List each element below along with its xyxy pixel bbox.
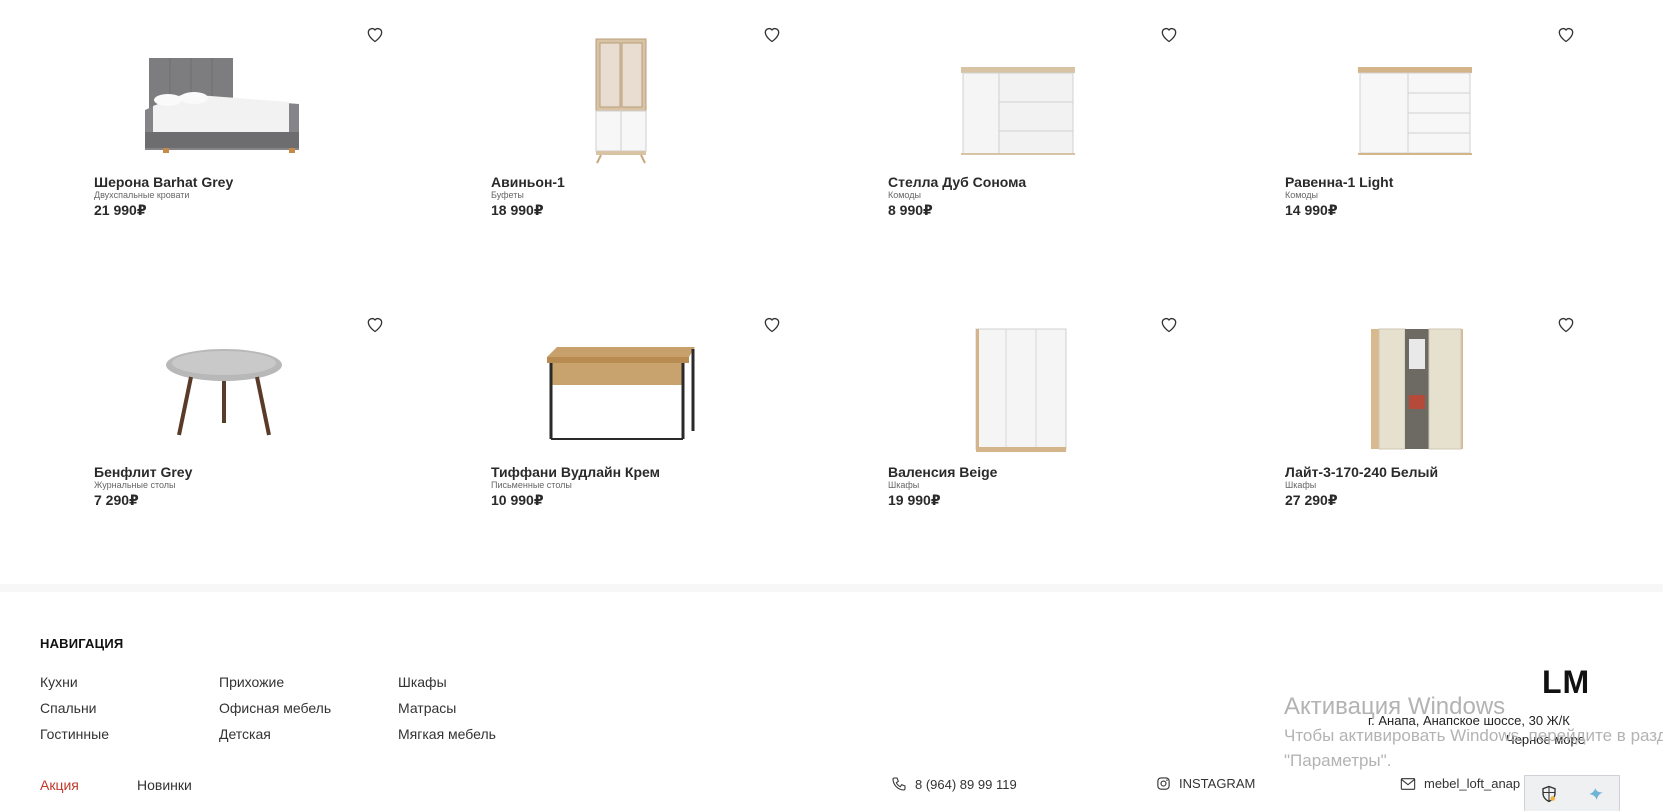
product-category: Комоды [888,190,921,200]
footer-link-office[interactable]: Офисная мебель [219,700,331,716]
product-name[interactable]: Лайт-3-170-240 Белый [1285,464,1438,480]
product-category: Журнальные столы [94,480,176,490]
product-price: 14 990₽ [1285,202,1338,218]
product-price: 10 990₽ [491,492,544,508]
footer-link-bedrooms[interactable]: Спальни [40,700,97,716]
product-price: 21 990₽ [94,202,147,218]
product-name[interactable]: Тиффани Вудлайн Крем [491,464,660,480]
mirror-wardrobe-image[interactable] [1325,320,1505,460]
product-card[interactable]: Лайт-3-170-240 Белый Шкафы 27 290₽ [1285,290,1585,530]
product-price: 18 990₽ [491,202,544,218]
bird-icon[interactable] [1587,785,1605,803]
product-card[interactable]: Стелла Дуб Сонома Комоды 8 990₽ [888,0,1188,240]
footer-link-wardrobes[interactable]: Шкафы [398,674,447,690]
mail-icon [1400,777,1416,790]
product-category: Буфеты [491,190,524,200]
product-name[interactable]: Шерона Barhat Grey [94,174,233,190]
footer-link-living-rooms[interactable]: Гостинные [40,726,109,742]
product-price: 7 290₽ [94,492,139,508]
product-name[interactable]: Авиньон-1 [491,174,565,190]
phone-contact[interactable]: 8 (964) 89 99 119 [891,776,1017,792]
product-card[interactable]: Шерона Barhat Grey Двухспальные кровати … [94,0,394,240]
instagram-link[interactable]: INSTAGRAM [1179,776,1255,791]
email-link[interactable]: mebel_loft_anap [1424,776,1520,791]
product-name[interactable]: Бенфлит Grey [94,464,192,480]
product-name[interactable]: Валенсия Beige [888,464,997,480]
product-card[interactable]: Бенфлит Grey Журнальные столы 7 290₽ [94,290,394,530]
wardrobe-image[interactable] [928,320,1108,460]
product-price: 27 290₽ [1285,492,1338,508]
product-card[interactable]: Тиффани Вудлайн Крем Письменные столы 10… [491,290,791,530]
desk-image[interactable] [531,320,711,460]
heart-icon[interactable] [365,24,385,44]
footer-link-new[interactable]: Новинки [137,777,192,793]
cabinet-image[interactable] [531,30,711,170]
heart-icon[interactable] [1159,24,1179,44]
heart-icon[interactable] [1556,24,1576,44]
windows-activation-title: Активация Windows [1284,693,1506,720]
product-category: Письменные столы [491,480,572,490]
phone-icon [892,777,906,791]
product-price: 19 990₽ [888,492,941,508]
windows-activation-line1: Чтобы активировать Windows, перейдите в … [1284,726,1663,745]
product-card[interactable]: Валенсия Beige Шкафы 19 990₽ [888,290,1188,530]
product-category: Комоды [1285,190,1318,200]
dresser-image[interactable] [1325,30,1505,170]
coffee-table-image[interactable] [134,320,314,460]
product-category: Шкафы [888,480,920,490]
footer-link-hallways[interactable]: Прихожие [219,674,284,690]
shield-icon[interactable] [1540,785,1558,803]
footer-nav-title: НАВИГАЦИЯ [40,636,124,651]
footer-divider [0,584,1663,592]
footer-link-kitchens[interactable]: Кухни [40,674,78,690]
product-price: 8 990₽ [888,202,933,218]
heart-icon[interactable] [762,314,782,334]
footer-link-promo[interactable]: Акция [40,777,79,793]
product-card[interactable]: Равенна-1 Light Комоды 14 990₽ [1285,0,1585,240]
bed-image[interactable] [134,30,314,170]
heart-icon[interactable] [1556,314,1576,334]
system-tray [1524,775,1620,811]
footer-link-upholstered[interactable]: Мягкая мебель [398,726,496,742]
dresser-image[interactable] [928,30,1108,170]
phone-number[interactable]: 8 (964) 89 99 119 [915,777,1017,792]
heart-icon[interactable] [762,24,782,44]
footer-link-kids[interactable]: Детская [219,726,271,742]
product-category: Шкафы [1285,480,1317,490]
heart-icon[interactable] [365,314,385,334]
windows-activation-line2: "Параметры". [1284,751,1392,770]
product-name[interactable]: Равенна-1 Light [1285,174,1393,190]
instagram-contact[interactable]: INSTAGRAM [1156,776,1255,791]
product-name[interactable]: Стелла Дуб Сонома [888,174,1026,190]
heart-icon[interactable] [1159,314,1179,334]
site-logo[interactable]: LM [1542,664,1590,701]
email-contact[interactable]: mebel_loft_anap [1400,776,1520,791]
product-card[interactable]: Авиньон-1 Буфеты 18 990₽ [491,0,791,240]
product-category: Двухспальные кровати [94,190,190,200]
instagram-icon [1157,777,1170,790]
footer-link-mattresses[interactable]: Матрасы [398,700,456,716]
